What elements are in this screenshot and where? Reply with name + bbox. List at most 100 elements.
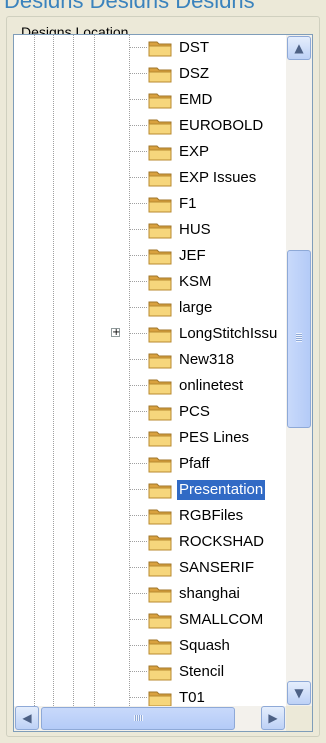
tree-item[interactable]: Stencil bbox=[14, 659, 287, 685]
grip-icon bbox=[134, 715, 143, 721]
scroll-left-button[interactable]: ◀ bbox=[15, 706, 39, 730]
tree-item-label: DSZ bbox=[179, 65, 209, 82]
tree-item-label: EMD bbox=[179, 91, 213, 108]
tree-connector bbox=[129, 151, 147, 152]
tree-item[interactable]: EMD bbox=[14, 87, 287, 113]
tree-content: DST DSZ EMD EUROBOLD EXP EXP Issues F1 HUS JEF KS… bbox=[14, 35, 287, 706]
tree-connector bbox=[129, 411, 147, 412]
tree-connector bbox=[129, 307, 147, 308]
tree-connector bbox=[129, 593, 147, 594]
tree-item[interactable]: SMALLCOM bbox=[14, 607, 287, 633]
tree-item-label: shanghai bbox=[179, 585, 240, 602]
tree-item-label: onlinetest bbox=[179, 377, 244, 394]
tree-item-label: DST bbox=[179, 39, 209, 56]
tree-item[interactable]: EXP bbox=[14, 139, 287, 165]
chevron-up-icon: ▲ bbox=[294, 41, 304, 55]
folder-icon bbox=[148, 299, 172, 317]
folder-icon bbox=[148, 585, 172, 603]
tree-item-label: T01 bbox=[179, 689, 205, 706]
folder-icon bbox=[148, 481, 172, 499]
tree-connector bbox=[129, 203, 147, 204]
folder-icon bbox=[148, 403, 172, 421]
tree-item[interactable]: DST bbox=[14, 35, 287, 61]
folder-icon bbox=[148, 273, 172, 291]
horizontal-scroll-thumb[interactable] bbox=[41, 707, 235, 730]
tree-item-label: Stencil bbox=[179, 663, 225, 680]
tree-item-label: F1 bbox=[179, 195, 197, 212]
tree-item[interactable]: New318 bbox=[14, 347, 287, 373]
tree-item[interactable]: EXP Issues bbox=[14, 165, 287, 191]
banner-text: Designs Designs Designs bbox=[4, 0, 255, 8]
folder-icon bbox=[148, 559, 172, 577]
tree-item[interactable]: F1 bbox=[14, 191, 287, 217]
header-banner: Designs Designs Designs bbox=[0, 0, 326, 8]
tree-item-label: EUROBOLD bbox=[179, 117, 264, 134]
tree-item-label: large bbox=[179, 299, 213, 316]
folder-icon bbox=[148, 39, 172, 57]
folder-icon bbox=[148, 65, 172, 83]
tree-item[interactable]: KSM bbox=[14, 269, 287, 295]
tree-item[interactable]: PCS bbox=[14, 399, 287, 425]
scroll-up-button[interactable]: ▲ bbox=[287, 36, 311, 60]
folder-icon bbox=[148, 143, 172, 161]
tree-item[interactable]: Pfaff bbox=[14, 451, 287, 477]
tree-item-label: Squash bbox=[179, 637, 230, 654]
tree-connector bbox=[129, 697, 147, 698]
tree-connector bbox=[129, 281, 147, 282]
horizontal-scrollbar[interactable]: ◀ ▶ bbox=[14, 706, 287, 731]
tree-connector bbox=[129, 333, 147, 334]
chevron-left-icon: ◀ bbox=[22, 711, 32, 725]
tree-connector bbox=[129, 73, 147, 74]
tree-item[interactable]: onlinetest bbox=[14, 373, 287, 399]
tree-connector bbox=[129, 463, 147, 464]
tree-item-label: RGBFiles bbox=[179, 507, 244, 524]
tree-item[interactable]: + LongStitchIssu bbox=[14, 321, 287, 347]
vertical-scroll-thumb[interactable] bbox=[287, 250, 311, 428]
folder-icon bbox=[148, 221, 172, 239]
tree-item[interactable]: RGBFiles bbox=[14, 503, 287, 529]
grip-icon bbox=[296, 333, 302, 342]
tree-item[interactable]: PES Lines bbox=[14, 425, 287, 451]
scroll-right-button[interactable]: ▶ bbox=[261, 706, 285, 730]
folder-icon bbox=[148, 663, 172, 681]
chevron-right-icon: ▶ bbox=[268, 711, 278, 725]
chevron-down-icon: ▼ bbox=[294, 686, 304, 700]
expand-icon[interactable]: + bbox=[111, 328, 120, 338]
tree-item[interactable]: JEF bbox=[14, 243, 287, 269]
tree-item[interactable]: T01 bbox=[14, 685, 287, 706]
vertical-scrollbar[interactable]: ▲ ▼ bbox=[286, 35, 312, 706]
scrollbar-corner bbox=[286, 706, 312, 731]
tree-item[interactable]: HUS bbox=[14, 217, 287, 243]
scroll-down-button[interactable]: ▼ bbox=[287, 681, 311, 705]
tree-connector bbox=[129, 99, 147, 100]
tree-item[interactable]: shanghai bbox=[14, 581, 287, 607]
tree-connector bbox=[129, 229, 147, 230]
tree-item-label: Pfaff bbox=[179, 455, 210, 472]
tree-item[interactable]: SANSERIF bbox=[14, 555, 287, 581]
tree-item[interactable]: ROCKSHAD bbox=[14, 529, 287, 555]
folder-icon bbox=[148, 351, 172, 369]
tree-item[interactable]: Squash bbox=[14, 633, 287, 659]
tree-item[interactable]: large bbox=[14, 295, 287, 321]
tree-item-label: KSM bbox=[179, 273, 212, 290]
tree-connector bbox=[129, 125, 147, 126]
tree-item[interactable]: EUROBOLD bbox=[14, 113, 287, 139]
tree-item-label: PCS bbox=[179, 403, 210, 420]
folder-icon bbox=[148, 507, 172, 525]
tree-item-label: Presentation bbox=[177, 480, 266, 500]
tree-connector bbox=[129, 645, 147, 646]
folder-icon bbox=[148, 533, 172, 551]
tree-item-label: HUS bbox=[179, 221, 211, 238]
tree-connector bbox=[129, 437, 147, 438]
tree-connector bbox=[129, 47, 147, 48]
folder-tree[interactable]: DST DSZ EMD EUROBOLD EXP EXP Issues F1 HUS JEF KS… bbox=[13, 34, 313, 732]
tree-connector bbox=[129, 515, 147, 516]
folder-icon bbox=[148, 637, 172, 655]
tree-connector bbox=[129, 541, 147, 542]
tree-connector bbox=[129, 177, 147, 178]
tree-item[interactable]: Presentation bbox=[14, 477, 287, 503]
tree-item-label: SMALLCOM bbox=[179, 611, 264, 628]
folder-icon bbox=[148, 91, 172, 109]
tree-connector bbox=[129, 489, 147, 490]
tree-item[interactable]: DSZ bbox=[14, 61, 287, 87]
